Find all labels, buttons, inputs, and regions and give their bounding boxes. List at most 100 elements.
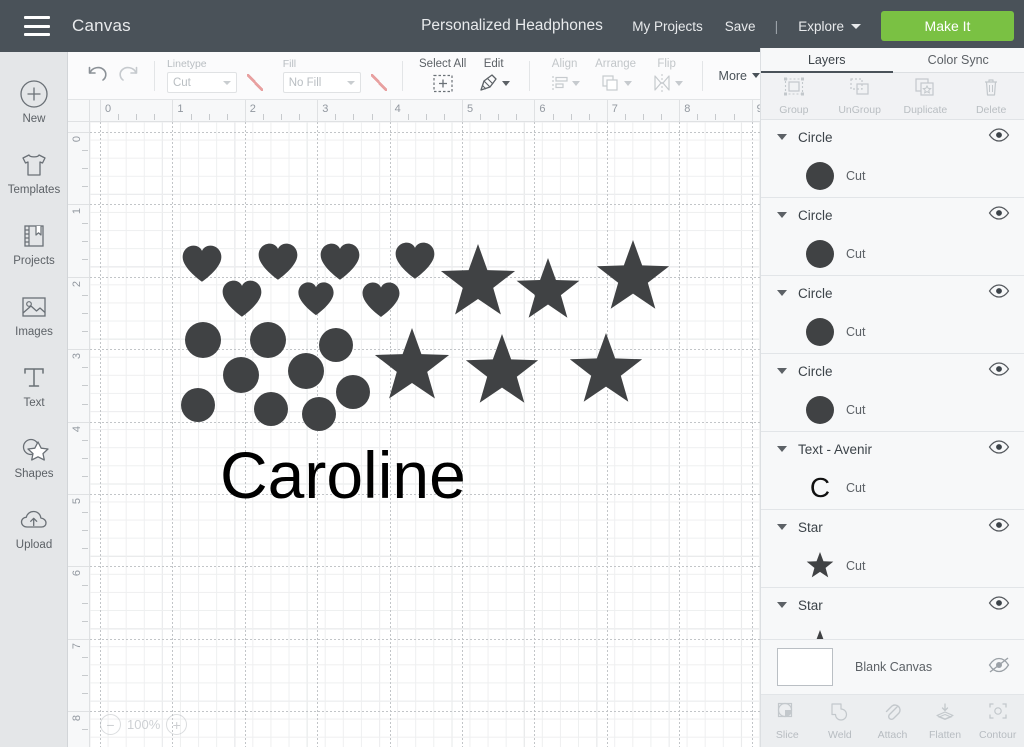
make-it-button[interactable]: Make It: [881, 11, 1014, 41]
canvas-area[interactable]: 0 1 2 3 4 5 6 7 8 9 0 1 2 3 4 5 6 7 8 Caroline − 100% +: [68, 100, 760, 747]
canvas-heart-shape[interactable]: [256, 241, 300, 281]
canvas-circle-shape[interactable]: [254, 392, 288, 426]
layer-visibility-icon[interactable]: [988, 361, 1010, 381]
canvas-text-caroline[interactable]: Caroline: [220, 437, 466, 513]
align-button[interactable]: Align: [542, 52, 588, 100]
layer-header[interactable]: Star: [761, 510, 1024, 544]
sidebar-item-templates[interactable]: Templates: [0, 137, 68, 208]
flatten-button[interactable]: Flatten: [919, 701, 972, 741]
layer-header[interactable]: Circle: [761, 120, 1024, 154]
layer-header[interactable]: Circle: [761, 276, 1024, 310]
save-button[interactable]: Save: [714, 19, 767, 34]
ungroup-button[interactable]: UnGroup: [827, 73, 893, 119]
sidebar-item-new[interactable]: New: [0, 66, 68, 137]
canvas-heart-shape[interactable]: [393, 240, 437, 280]
layer-header[interactable]: Star: [761, 588, 1024, 622]
sidebar-item-shapes[interactable]: Shapes: [0, 421, 68, 492]
layer-row[interactable]: Text - Avenir C Cut: [761, 432, 1024, 510]
canvas-star-shape[interactable]: [568, 333, 644, 409]
canvas-circle-shape[interactable]: [302, 397, 336, 431]
weld-button[interactable]: Weld: [814, 701, 867, 741]
canvas-circle-shape[interactable]: [250, 322, 286, 358]
more-button[interactable]: More: [719, 69, 761, 83]
layer-header[interactable]: Circle: [761, 198, 1024, 232]
canvas-star-shape[interactable]: [464, 334, 540, 410]
canvas-heart-shape[interactable]: [180, 243, 224, 283]
canvas-circle-shape[interactable]: [288, 353, 324, 389]
layer-sublayer[interactable]: C Cut: [761, 466, 1024, 509]
undo-redo-group: [68, 62, 142, 89]
chevron-down-icon[interactable]: [777, 134, 787, 140]
redo-icon[interactable]: [116, 62, 142, 89]
my-projects-link[interactable]: My Projects: [621, 19, 714, 34]
layer-sublayer[interactable]: Cut: [761, 310, 1024, 353]
group-button[interactable]: Group: [761, 73, 827, 119]
linetype-color-swatch[interactable]: [244, 72, 266, 93]
chevron-down-icon[interactable]: [777, 602, 787, 608]
chevron-down-icon[interactable]: [777, 368, 787, 374]
attach-button[interactable]: Attach: [866, 701, 919, 741]
fill-color-swatch[interactable]: [368, 72, 390, 93]
linetype-select[interactable]: Cut: [166, 72, 237, 93]
select-all-button[interactable]: Select All: [415, 52, 471, 100]
sidebar-item-projects[interactable]: Projects: [0, 208, 68, 279]
layer-row[interactable]: Circle Cut: [761, 276, 1024, 354]
slice-button[interactable]: Slice: [761, 701, 814, 741]
layer-row[interactable]: StarCut: [761, 510, 1024, 588]
sidebar-item-images[interactable]: Images: [0, 279, 68, 350]
layer-visibility-icon[interactable]: [988, 127, 1010, 147]
layer-sublayer[interactable]: Cut: [761, 232, 1024, 275]
delete-button[interactable]: Delete: [958, 73, 1024, 119]
canvas-star-shape[interactable]: [439, 244, 517, 322]
blank-canvas-row[interactable]: Blank Canvas: [761, 639, 1024, 695]
layer-sublayer[interactable]: Cut: [761, 388, 1024, 431]
layers-list[interactable]: Circle Cut Circle Cut Circle Cut Circle Cut Text…: [761, 120, 1024, 644]
undo-icon[interactable]: [84, 62, 110, 89]
blank-canvas-visibility-icon[interactable]: [988, 656, 1010, 678]
hamburger-menu-icon[interactable]: [24, 16, 50, 36]
tab-layers[interactable]: Layers: [761, 48, 893, 73]
layer-visibility-icon[interactable]: [988, 517, 1010, 537]
canvas-heart-shape[interactable]: [318, 241, 362, 281]
layer-visibility-icon[interactable]: [988, 595, 1010, 615]
chevron-down-icon[interactable]: [777, 524, 787, 530]
blank-canvas-swatch[interactable]: [777, 648, 833, 686]
canvas-heart-shape[interactable]: [220, 278, 264, 318]
layer-sublayer[interactable]: Cut: [761, 544, 1024, 587]
chevron-down-icon[interactable]: [777, 446, 787, 452]
canvas-circle-shape[interactable]: [336, 375, 370, 409]
arrange-button[interactable]: Arrange: [588, 52, 644, 100]
canvas-star-shape[interactable]: [595, 240, 671, 316]
layer-row[interactable]: Circle Cut: [761, 354, 1024, 432]
layer-sublayer[interactable]: Cut: [761, 154, 1024, 197]
layer-visibility-icon[interactable]: [988, 283, 1010, 303]
layer-header[interactable]: Circle: [761, 354, 1024, 388]
canvas-circle-shape[interactable]: [181, 388, 215, 422]
canvas-circle-shape[interactable]: [319, 328, 353, 362]
edit-button[interactable]: Edit: [471, 52, 517, 100]
explore-dropdown[interactable]: Explore: [786, 19, 867, 34]
duplicate-button[interactable]: Duplicate: [893, 73, 959, 119]
layer-row[interactable]: Circle Cut: [761, 120, 1024, 198]
tab-color-sync[interactable]: Color Sync: [892, 48, 1024, 73]
layer-header[interactable]: Text - Avenir: [761, 432, 1024, 466]
fill-select[interactable]: No Fill: [282, 72, 361, 93]
canvas-heart-shape[interactable]: [360, 280, 402, 319]
flip-button[interactable]: Flip: [644, 52, 690, 100]
contour-button[interactable]: Contour: [971, 701, 1024, 741]
chevron-down-icon[interactable]: [777, 212, 787, 218]
canvas-star-shape[interactable]: [373, 328, 451, 406]
layer-row[interactable]: Circle Cut: [761, 198, 1024, 276]
sidebar-item-upload[interactable]: Upload: [0, 492, 68, 563]
canvas-heart-shape[interactable]: [296, 280, 336, 317]
chevron-down-icon[interactable]: [777, 290, 787, 296]
sidebar-item-text[interactable]: Text: [0, 350, 68, 421]
zoom-out-button[interactable]: −: [100, 714, 121, 735]
layer-row[interactable]: StarCut: [761, 588, 1024, 644]
canvas-circle-shape[interactable]: [185, 322, 221, 358]
layer-visibility-icon[interactable]: [988, 205, 1010, 225]
layer-visibility-icon[interactable]: [988, 439, 1010, 459]
canvas-star-shape[interactable]: [515, 258, 581, 324]
zoom-in-button[interactable]: +: [166, 714, 188, 735]
canvas-circle-shape[interactable]: [223, 357, 259, 393]
